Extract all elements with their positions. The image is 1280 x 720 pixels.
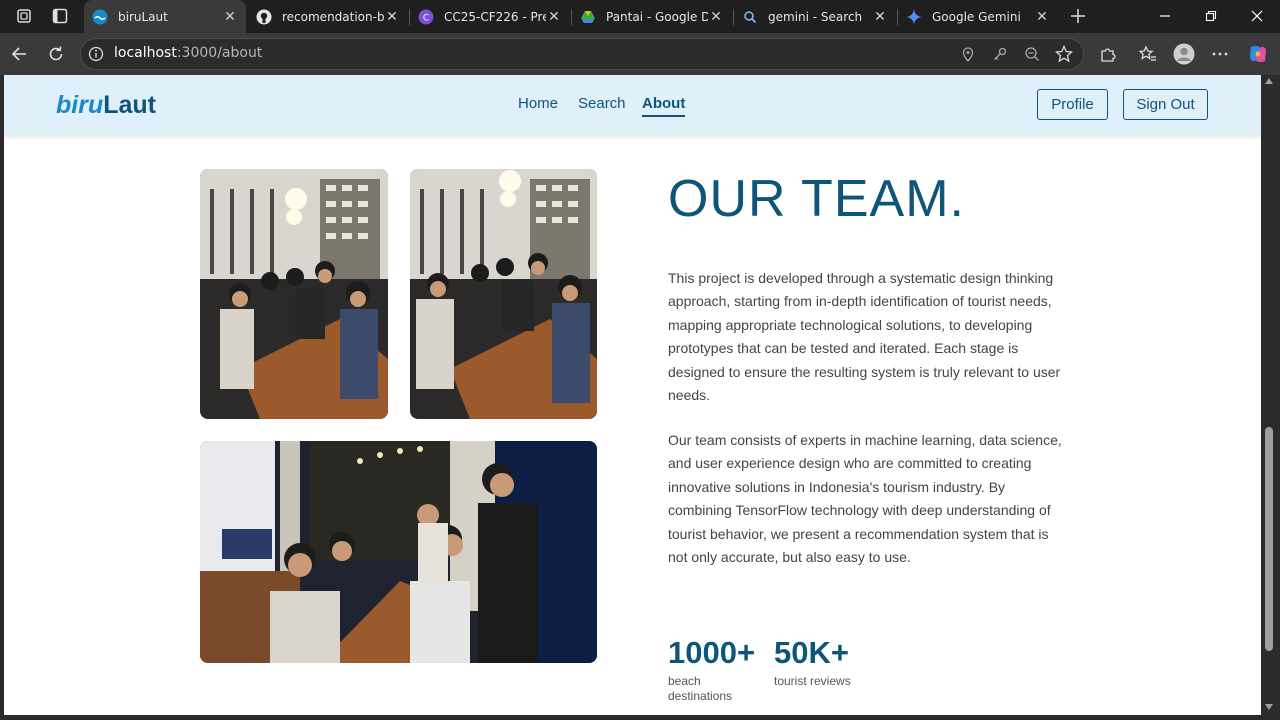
tab-github[interactable]: recomendation-bea ✕ <box>248 0 408 33</box>
url-text[interactable]: localhost:3000/about <box>114 45 262 61</box>
more-menu-icon[interactable] <box>1204 38 1236 70</box>
web-page: biruLaut Home Search About Profile Sign … <box>4 75 1261 715</box>
close-tab-icon[interactable]: ✕ <box>708 9 724 25</box>
tab-title: biruLaut <box>118 9 168 24</box>
stat-label: beach destinations <box>668 674 733 703</box>
extensions-icon[interactable] <box>1092 38 1124 70</box>
copilot-icon[interactable] <box>1242 38 1274 70</box>
nav-search[interactable]: Search <box>578 95 626 112</box>
close-tab-icon[interactable]: ✕ <box>872 9 888 25</box>
site-info-icon[interactable] <box>80 38 112 70</box>
close-tab-icon[interactable]: ✕ <box>384 9 400 25</box>
about-paragraph-1: This project is developed through a syst… <box>668 270 1061 404</box>
team-photo-3 <box>200 441 597 663</box>
about-paragraph-2: Our team consists of experts in machine … <box>668 432 1062 566</box>
favorites-icon[interactable] <box>1132 38 1164 70</box>
logo-rest: Laut <box>103 91 156 119</box>
url-host: localhost <box>114 45 177 61</box>
key-icon[interactable] <box>984 38 1016 70</box>
gemini-icon <box>906 8 922 25</box>
scroll-down-icon[interactable] <box>1264 703 1274 711</box>
location-icon[interactable] <box>952 38 984 70</box>
tab-title: Google Gemini <box>932 9 1021 24</box>
sign-out-button[interactable]: Sign Out <box>1123 89 1208 120</box>
team-photo-2 <box>410 169 597 419</box>
url-path: :3000/about <box>176 45 263 61</box>
scroll-up-icon[interactable] <box>1264 77 1274 85</box>
new-tab-button[interactable] <box>1062 0 1094 32</box>
scrollbar-thumb[interactable] <box>1265 427 1273 651</box>
tab-title: recomendation-bea <box>282 9 384 24</box>
tab-title: CC25-CF226 - Prese <box>444 9 546 24</box>
profile-avatar[interactable] <box>1168 38 1200 70</box>
page-title: OUR TEAM. <box>668 170 965 228</box>
google-drive-icon <box>580 9 596 25</box>
search-icon <box>742 9 758 25</box>
tab-title: gemini - Search <box>768 9 863 24</box>
profile-button[interactable]: Profile <box>1037 89 1108 120</box>
stat-tourist-reviews: 50K+ tourist reviews <box>774 635 854 689</box>
stat-value: 50K+ <box>774 635 849 670</box>
refresh-icon[interactable] <box>40 38 72 70</box>
minimize-icon[interactable] <box>1150 0 1180 32</box>
nav-home[interactable]: Home <box>518 95 558 112</box>
site-logo[interactable]: biruLaut <box>56 91 156 120</box>
close-window-icon[interactable] <box>1242 0 1272 32</box>
back-icon[interactable] <box>3 38 35 70</box>
tab-birulaut[interactable]: biruLaut ✕ <box>84 0 246 33</box>
zoom-out-icon[interactable] <box>1016 38 1048 70</box>
svg-text:C: C <box>423 13 429 23</box>
tab-gemini-search[interactable]: gemini - Search ✕ <box>734 0 896 33</box>
canva-icon: C <box>418 9 434 25</box>
tab-google-gemini[interactable]: Google Gemini ✕ <box>898 0 1058 33</box>
stat-beach-destinations: 1000+ beach destinations <box>668 635 755 704</box>
workspaces-icon[interactable] <box>8 0 40 32</box>
tab-canva[interactable]: C CC25-CF226 - Prese ✕ <box>410 0 570 33</box>
birulaut-favicon <box>92 9 108 25</box>
tab-title: Pantai - Google Dri <box>606 9 708 24</box>
close-tab-icon[interactable]: ✕ <box>1034 9 1050 25</box>
stat-label: tourist reviews <box>774 674 851 688</box>
github-icon <box>256 9 272 25</box>
close-tab-icon[interactable]: ✕ <box>222 9 238 25</box>
team-photo-1 <box>200 169 388 419</box>
site-navbar: biruLaut Home Search About Profile Sign … <box>4 75 1261 135</box>
stat-value: 1000+ <box>668 635 756 670</box>
close-tab-icon[interactable]: ✕ <box>546 9 562 25</box>
tab-google-drive[interactable]: Pantai - Google Dri ✕ <box>572 0 732 33</box>
favorite-star-icon[interactable] <box>1048 38 1080 70</box>
nav-about[interactable]: About <box>642 95 686 117</box>
vertical-tabs-icon[interactable] <box>44 0 76 32</box>
logo-italic: biru <box>56 91 104 119</box>
restore-icon[interactable] <box>1196 0 1226 32</box>
